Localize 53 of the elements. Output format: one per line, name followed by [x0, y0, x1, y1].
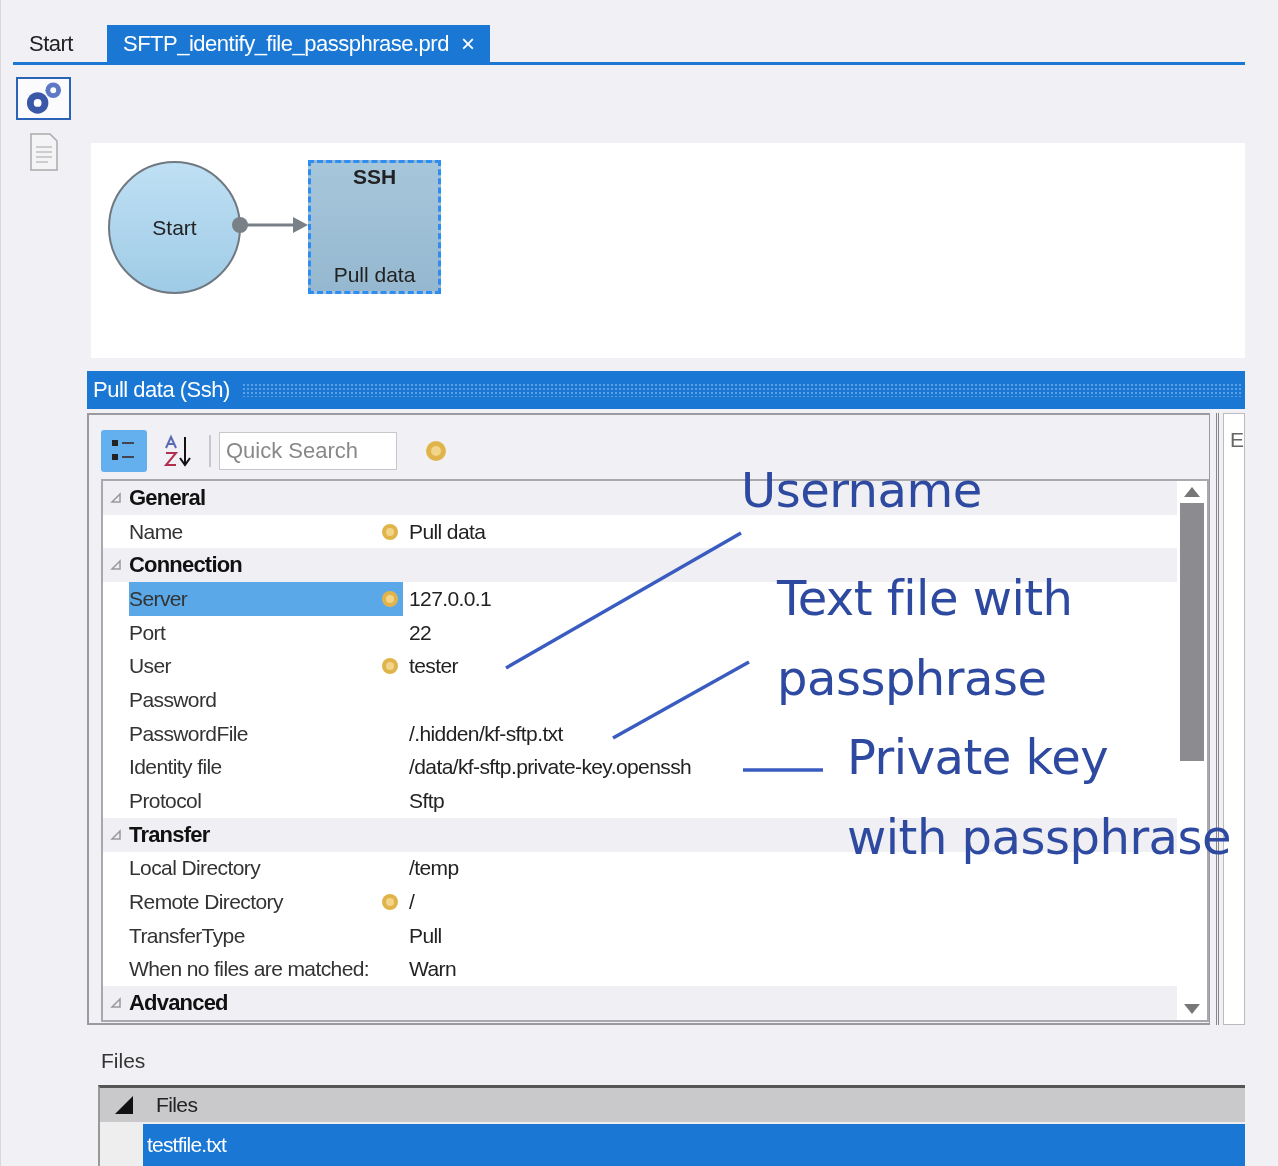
- tool-button[interactable]: [16, 77, 71, 120]
- property-name[interactable]: Protocol: [129, 784, 403, 818]
- property-value[interactable]: 22: [403, 620, 432, 645]
- sort-icon: [163, 434, 193, 468]
- dot-icon: [425, 440, 447, 462]
- scrollbar-thumb[interactable]: [1180, 503, 1204, 761]
- property-value[interactable]: /temp: [403, 856, 459, 881]
- activity-node[interactable]: SSH Pull data: [308, 160, 441, 294]
- property-value[interactable]: Pull data: [403, 519, 486, 544]
- tab[interactable]: SFTP_identify_file_passphrase.prd ×: [106, 25, 491, 62]
- scroll-down-icon[interactable]: [1184, 1004, 1200, 1014]
- property-value[interactable]: /data/kf-sftp.private-key.openssh: [403, 755, 692, 780]
- category-label[interactable]: Advanced: [129, 990, 228, 1017]
- property-value[interactable]: tester: [403, 654, 458, 679]
- start-node[interactable]: Start: [108, 161, 241, 294]
- tab[interactable]: Start: [13, 25, 89, 62]
- annotation-text: Text file with passphrase: [777, 569, 1073, 708]
- document-icon: [28, 132, 59, 171]
- expander-icon[interactable]: [110, 828, 122, 841]
- property-name[interactable]: Local Directory: [129, 851, 403, 886]
- property-name[interactable]: Port: [129, 615, 403, 650]
- annotation-text: Username: [741, 461, 982, 520]
- property-name[interactable]: Server: [129, 582, 403, 616]
- category-label[interactable]: General: [129, 484, 206, 511]
- property-name[interactable]: TransferType: [129, 918, 403, 953]
- sort-triangle-icon[interactable]: [115, 1096, 133, 1114]
- panel-title: Pull data (Ssh): [93, 377, 230, 403]
- category-label[interactable]: Connection: [129, 552, 242, 579]
- property-name[interactable]: Name: [129, 514, 403, 549]
- property-name[interactable]: Password: [129, 683, 403, 717]
- expander-icon[interactable]: [110, 997, 122, 1010]
- property-name[interactable]: When no files are matched:: [129, 952, 403, 987]
- close-icon[interactable]: ×: [460, 29, 475, 58]
- property-value[interactable]: /.hidden/kf-sftp.txt: [403, 721, 563, 746]
- property-value[interactable]: Sftp: [403, 789, 444, 814]
- gears-icon: [24, 80, 63, 117]
- property-name[interactable]: Identity file: [129, 750, 403, 785]
- files-label: Files: [101, 1049, 147, 1073]
- expander-icon[interactable]: [110, 559, 122, 572]
- property-value[interactable]: Pull: [403, 923, 442, 948]
- property-name[interactable]: Remote Directory: [129, 885, 403, 919]
- property-value[interactable]: Warn: [403, 957, 456, 982]
- file-row[interactable]: testfile.txt: [143, 1124, 1245, 1166]
- search-field[interactable]: Quick Search: [219, 432, 397, 470]
- property-value[interactable]: 127.0.0.1: [403, 586, 492, 611]
- column-header[interactable]: Files: [148, 1093, 198, 1117]
- scroll-up-icon[interactable]: [1184, 487, 1200, 497]
- property-name[interactable]: PasswordFile: [129, 716, 403, 751]
- expander-icon[interactable]: [110, 491, 122, 504]
- property-value[interactable]: /: [403, 890, 415, 915]
- categorized-button[interactable]: [101, 430, 147, 472]
- category-label[interactable]: Transfer: [129, 821, 210, 848]
- property-name[interactable]: User: [129, 649, 403, 684]
